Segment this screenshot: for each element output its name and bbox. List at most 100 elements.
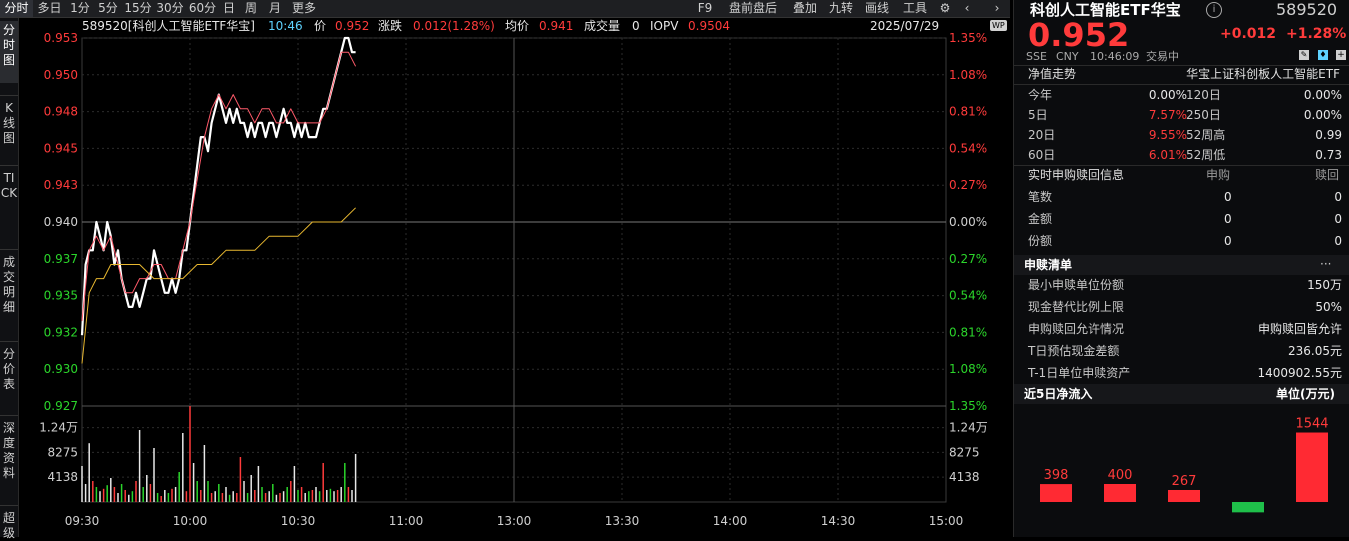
- y-tick-pct: 0.81%: [949, 325, 987, 339]
- toolbar-button[interactable]: 盘前盘后: [722, 0, 784, 17]
- redeem-list-title: 申赎清单: [1024, 258, 1073, 272]
- sidebar-item[interactable]: 成交明细: [0, 253, 18, 341]
- x-tick: 09:30: [65, 514, 100, 528]
- y-tick-price: 0.935: [44, 289, 78, 303]
- redeem-value: 50%: [1315, 300, 1342, 314]
- inflow-bar: [1168, 489, 1200, 502]
- y-tick-price: 0.930: [44, 362, 78, 376]
- chevron-right-icon[interactable]: ›: [990, 0, 1004, 17]
- period-toolbar: 分时 多日 1分 5分 15分 30分 60分日周月更多 F9 盘前盘后 叠加 九转 画线 工具 ⚙ …: [0, 0, 1010, 18]
- x-tick: 14:30: [821, 514, 856, 528]
- inflow-bar: [1232, 502, 1264, 513]
- realtime-label: 份额: [1028, 234, 1053, 248]
- realtime-redeem-value: 0: [1334, 190, 1342, 204]
- x-tick: 11:00: [389, 514, 424, 528]
- inflow-label: 398: [1044, 468, 1069, 483]
- period-tab[interactable]: 周: [239, 0, 263, 17]
- etf-code: 589520: [1276, 0, 1338, 19]
- chart-canvas[interactable]: 0.953 1.35% 0.950 1.08% 0.948 0.81% 0.945 0.54%…: [18, 18, 1010, 537]
- toolbar-button[interactable]: F9: [694, 0, 716, 17]
- realtime-subscribe-value: 0: [1224, 234, 1232, 248]
- volume-tick: 4138: [47, 470, 78, 484]
- period-tab[interactable]: 5分: [94, 0, 122, 17]
- nav-label: 60日: [1028, 148, 1056, 162]
- sidebar-divider: [0, 505, 18, 506]
- intraday-chart: 589520[科创人工智能ETF华宝] 10:46 价 0.952 涨跌 0.0…: [18, 18, 1010, 537]
- period-tab[interactable]: 日: [219, 0, 239, 17]
- chart-type-sidebar: 分时图 K线图 TICK 成交明细分价表深度资料超级: [0, 18, 19, 540]
- sidebar-divider: [0, 165, 18, 166]
- toolbar-button[interactable]: 画线: [862, 0, 892, 17]
- period-tab[interactable]: 60分: [186, 0, 219, 17]
- redeem-value: 150万: [1307, 278, 1342, 292]
- alert-icon[interactable]: ♦: [1318, 50, 1328, 60]
- sidebar-item[interactable]: K线图: [0, 99, 18, 166]
- period-tab[interactable]: 多日: [33, 0, 66, 17]
- nav-label: 250日: [1186, 108, 1221, 122]
- sidebar-item[interactable]: 分价表: [0, 345, 18, 415]
- realtime-subscribe-value: 0: [1224, 190, 1232, 204]
- inflow-bar: [1104, 484, 1136, 502]
- redeem-label: T日预估现金差额: [1028, 344, 1120, 358]
- quote-change-pct: +1.28%: [1286, 26, 1347, 42]
- period-tab[interactable]: 分时: [0, 0, 33, 17]
- y-tick-price: 0.945: [44, 141, 78, 155]
- period-tab[interactable]: 30分: [154, 0, 186, 17]
- info-icon[interactable]: i: [1206, 2, 1222, 18]
- sidebar-item[interactable]: 深度资料: [0, 419, 18, 507]
- gear-icon[interactable]: ⚙: [936, 0, 954, 17]
- trade-status: 交易中: [1146, 50, 1179, 63]
- y-tick-pct: 1.08%: [949, 68, 987, 82]
- period-tab[interactable]: 1分: [66, 0, 94, 17]
- nav-value: 7.57%: [1148, 108, 1187, 122]
- y-tick-price: 0.948: [44, 105, 78, 119]
- inflow-label: 1544: [1295, 417, 1328, 432]
- sidebar-divider: [0, 249, 18, 250]
- add-icon[interactable]: +: [1336, 50, 1346, 60]
- x-tick: 10:30: [281, 514, 316, 528]
- toolbar-button[interactable]: 九转: [826, 0, 856, 17]
- sidebar-divider: [0, 341, 18, 342]
- realtime-label: 笔数: [1028, 190, 1053, 204]
- y-tick-pct: 0.27%: [949, 178, 987, 192]
- volume-tick: 4138: [949, 470, 980, 484]
- y-tick-price: 0.940: [44, 215, 78, 229]
- redeem-label: T-1日单位申赎资产: [1028, 366, 1131, 380]
- quote-change: +0.012: [1220, 26, 1277, 42]
- inflow-bar: [1040, 484, 1072, 502]
- inflow-bar-chart: 398 400 267 1544: [1040, 417, 1329, 513]
- sidebar-item[interactable]: 分时图: [0, 21, 18, 83]
- y-tick-price: 0.950: [44, 68, 78, 82]
- edit-icon[interactable]: ✎: [1299, 50, 1309, 60]
- realtime-col-subscribe: 申购: [1206, 168, 1231, 182]
- sidebar-item[interactable]: 超级: [0, 509, 18, 541]
- redeem-label: 最小申赎单位份额: [1028, 278, 1125, 292]
- y-tick-price: 0.943: [44, 178, 78, 192]
- inflow-unit: 单位(万元): [1276, 387, 1335, 401]
- x-tick: 13:30: [605, 514, 640, 528]
- toolbar-button[interactable]: 叠加: [790, 0, 820, 17]
- toolbar-button[interactable]: 工具: [898, 0, 932, 17]
- realtime-subscribe-value: 0: [1224, 212, 1232, 226]
- redeem-value: 申购赎回皆允许: [1257, 322, 1342, 336]
- period-tab[interactable]: 月: [263, 0, 287, 17]
- x-tick: 13:00: [497, 514, 532, 528]
- y-tick-pct: 1.08%: [949, 362, 987, 376]
- inflow-title: 近5日净流入: [1024, 387, 1093, 401]
- nav-label: 120日: [1186, 88, 1221, 102]
- period-tab[interactable]: 更多: [287, 0, 321, 17]
- y-tick-price: 0.932: [44, 325, 78, 339]
- realtime-title: 实时申购赎回信息: [1028, 168, 1125, 182]
- more-icon[interactable]: ···: [1320, 256, 1331, 272]
- nav-value: 0.99: [1315, 128, 1342, 142]
- sidebar-item[interactable]: TICK: [0, 169, 18, 249]
- exchange: SSE: [1026, 50, 1047, 63]
- period-tab[interactable]: 15分: [122, 0, 154, 17]
- volume-tick: 1.24万: [39, 421, 78, 435]
- chevron-left-icon[interactable]: ‹: [960, 0, 974, 17]
- nav-value: 0.00%: [1303, 88, 1342, 102]
- inflow-bar: [1296, 432, 1328, 502]
- y-tick-pct: 0.54%: [949, 289, 987, 303]
- redeem-value: 236.05元: [1288, 344, 1342, 358]
- realtime-label: 金额: [1028, 212, 1053, 226]
